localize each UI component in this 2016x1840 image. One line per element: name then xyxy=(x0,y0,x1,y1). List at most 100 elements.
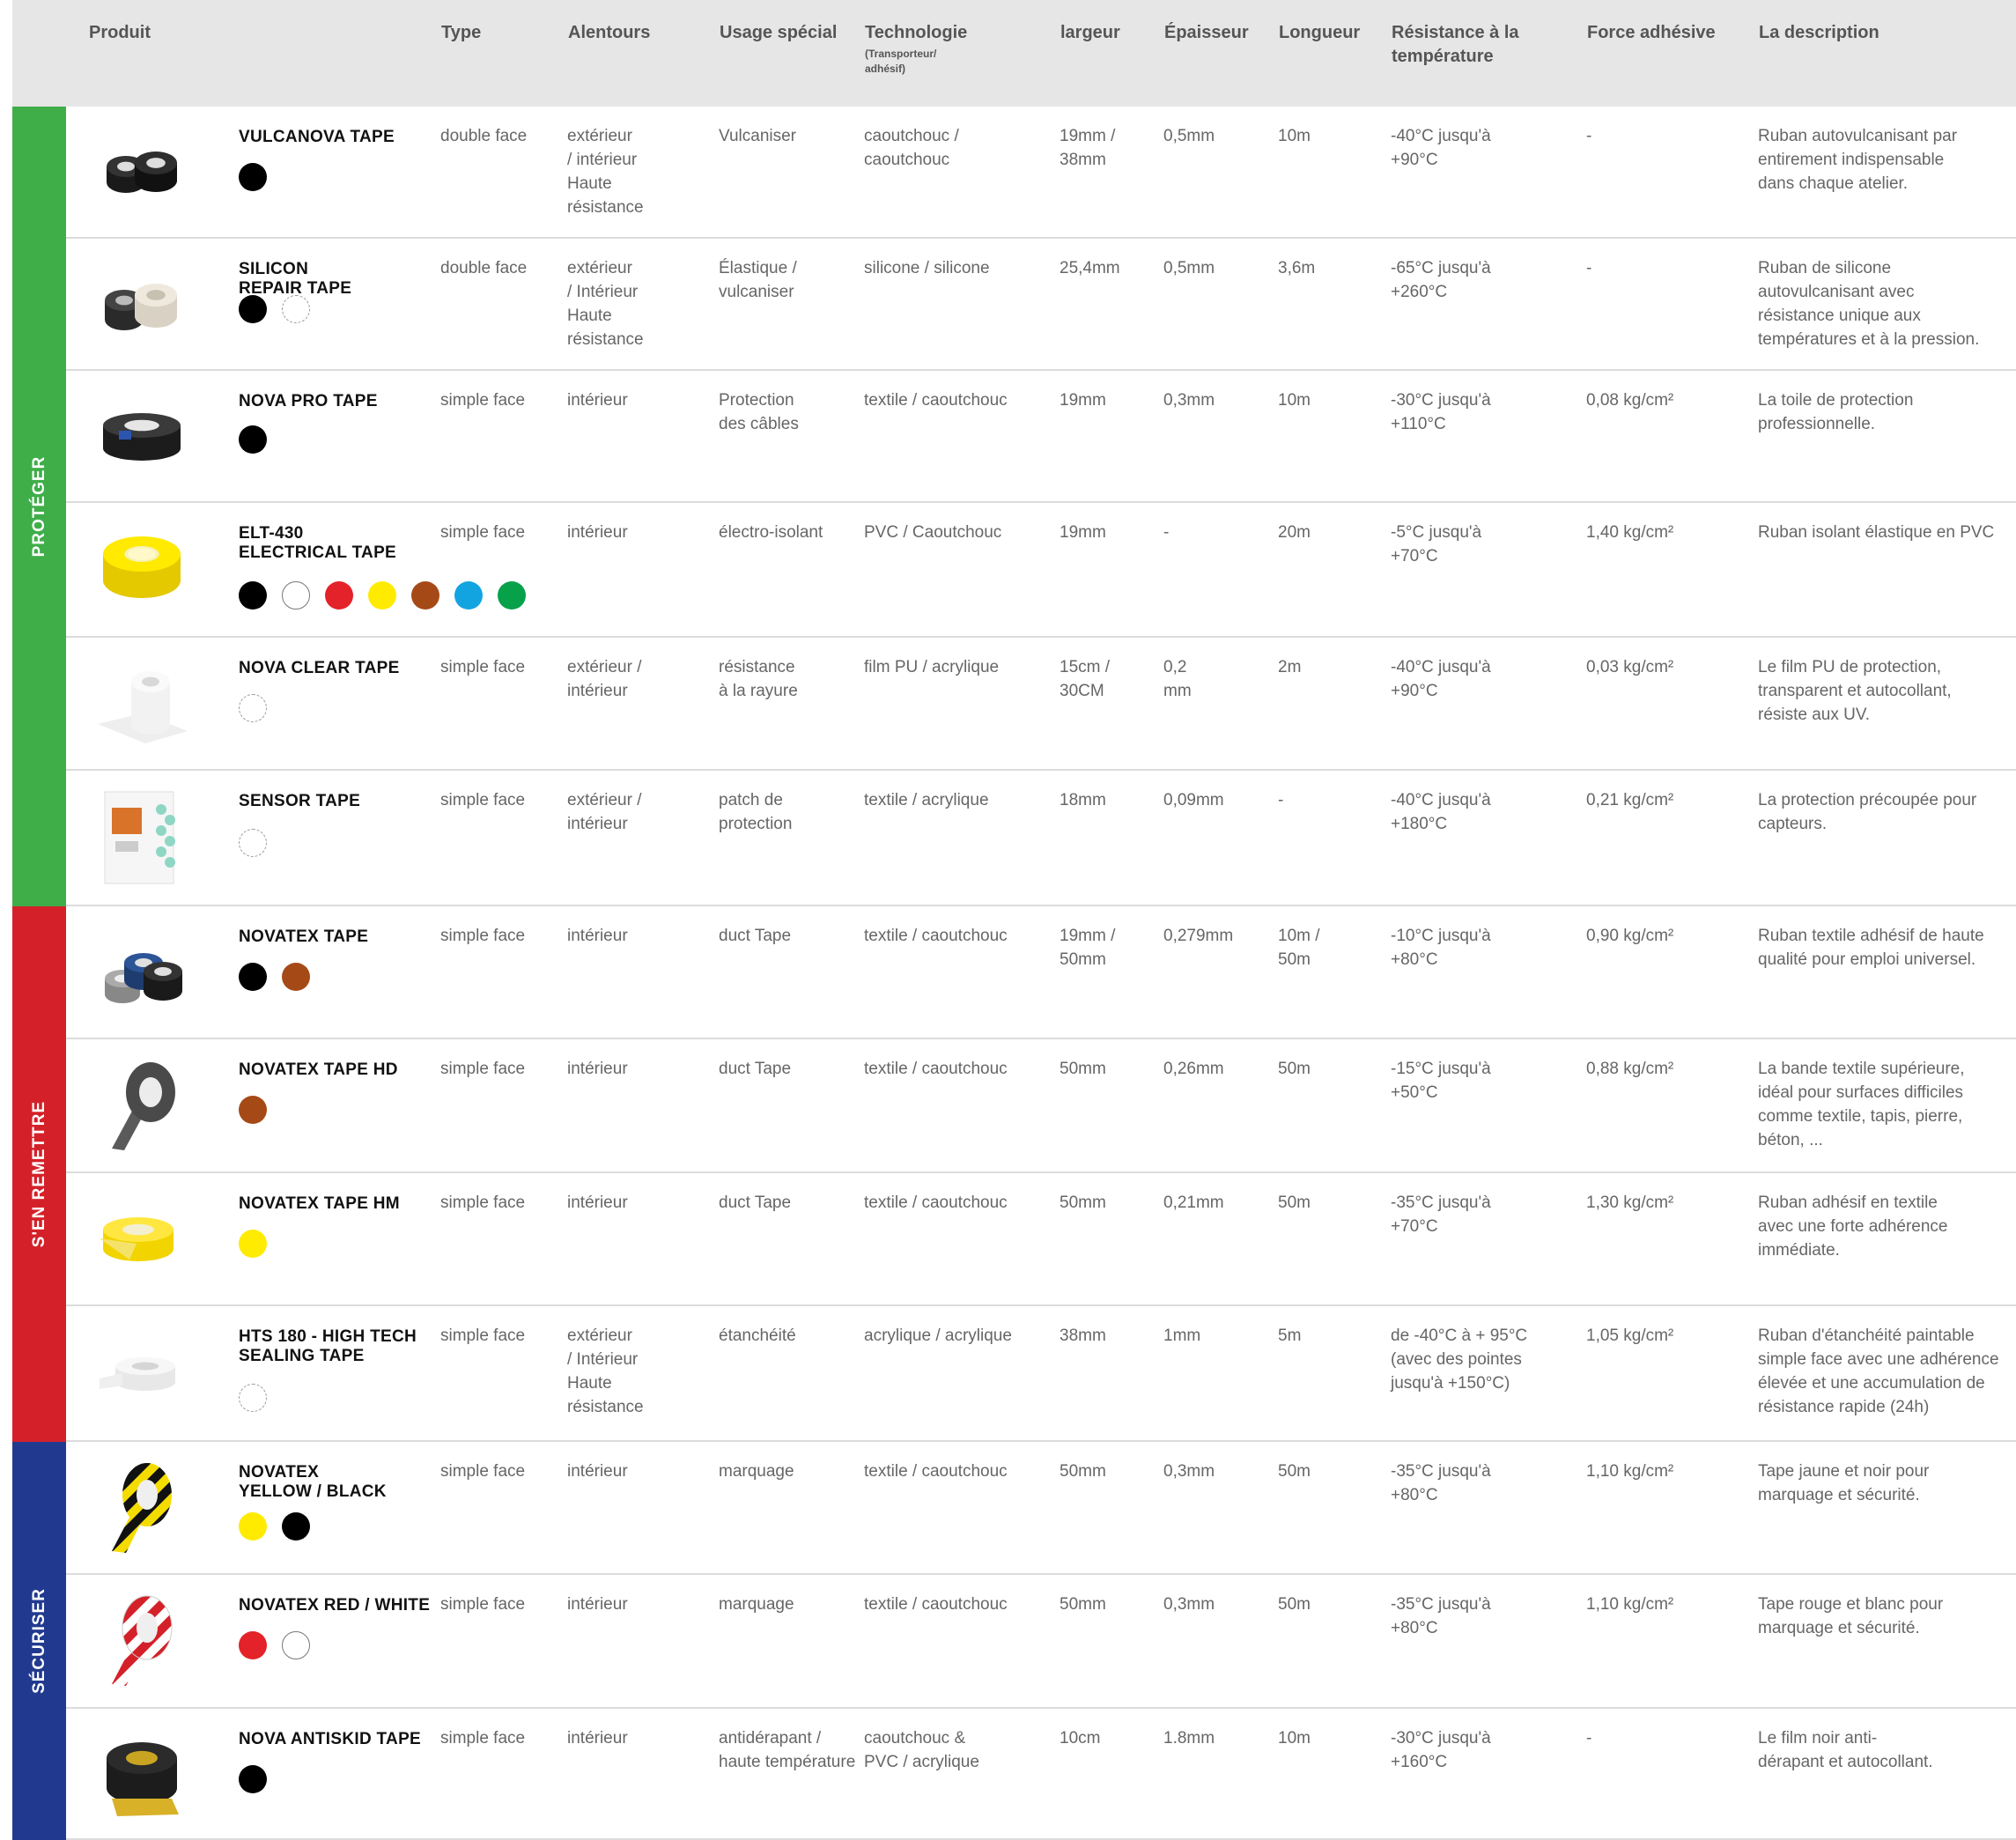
surroundings-cell: intérieur xyxy=(567,523,628,542)
description-cell: La bande textile supérieure, idéal pour … xyxy=(1758,1060,1965,1149)
description-cell: Ruban adhésif en textile avec une forte … xyxy=(1758,1193,1948,1260)
length-cell: 2m xyxy=(1278,658,1302,676)
surroundings-cell: extérieur / intérieur xyxy=(567,791,642,833)
table-row: HTS 180 - HIGH TECH SEALING TAPE simple f… xyxy=(66,1306,2016,1442)
header-width: largeur xyxy=(1060,23,1120,42)
special-use-cell: patch de protection xyxy=(719,791,793,833)
sensor-tape-pack-icon xyxy=(92,788,191,885)
color-swatch xyxy=(239,1230,267,1258)
technology-cell: acrylique / acrylique xyxy=(864,1326,1012,1345)
temperature-cell: -30°C jusqu'à +160°C xyxy=(1391,1729,1491,1771)
black-cloth-tape-icon xyxy=(92,388,191,485)
length-cell: 20m xyxy=(1278,523,1311,542)
category-label: S'EN REMETTRE xyxy=(29,1100,48,1248)
yellow-duct-tape-icon xyxy=(92,1191,191,1288)
width-cell: 18mm xyxy=(1060,791,1106,809)
color-swatch xyxy=(239,163,267,191)
description-cell: Le film PU de protection, transparent et… xyxy=(1758,658,1952,724)
category-bar-recover: S'EN REMETTRE xyxy=(12,906,66,1442)
category-label: PROTÉGER xyxy=(29,455,48,558)
black-tape-rolls-icon xyxy=(92,124,191,221)
surroundings-cell: extérieur / Intérieur Haute résistance xyxy=(567,1326,644,1416)
color-swatch xyxy=(239,829,267,857)
length-cell: 10m xyxy=(1278,1729,1311,1748)
description-cell: Ruban textile adhésif de haute qualité p… xyxy=(1758,927,1984,969)
temperature-cell: -65°C jusqu'à +260°C xyxy=(1391,259,1491,301)
product-name: NOVATEX TAPE xyxy=(239,927,369,946)
description-cell: Ruban isolant élastique en PVC xyxy=(1758,523,1995,542)
color-swatches xyxy=(239,829,267,857)
special-use-cell: résistance à la rayure xyxy=(719,658,798,700)
product-name: SENSOR TAPE xyxy=(239,792,361,810)
adhesion-cell: 1,40 kg/cm² xyxy=(1586,523,1674,542)
special-use-cell: électro-isolant xyxy=(719,523,823,542)
thickness-cell: - xyxy=(1163,523,1170,542)
technology-cell: textile / caoutchouc xyxy=(864,927,1008,945)
table-row: NOVATEX RED / WHITE simple face intérieur m… xyxy=(66,1575,2016,1709)
thickness-cell: 1.8mm xyxy=(1163,1729,1215,1748)
table-row: NOVA ANTISKID TAPE simple face intérieur an… xyxy=(66,1709,2016,1840)
thickness-cell: 0,09mm xyxy=(1163,791,1224,809)
temperature-cell: -35°C jusqu'à +80°C xyxy=(1391,1595,1491,1637)
product-name: SILICON REPAIR TAPE xyxy=(239,260,352,298)
product-name: NOVATEX TAPE HD xyxy=(239,1060,398,1079)
adhesion-cell: 1,10 kg/cm² xyxy=(1586,1462,1674,1481)
color-swatches xyxy=(239,1096,267,1124)
description-cell: Ruban d'étanchéité paintable simple face… xyxy=(1758,1326,1999,1416)
yellow-electrical-tape-icon xyxy=(92,521,191,617)
header-surroundings: Alentours xyxy=(568,23,651,42)
category-bar-protect: PROTÉGER xyxy=(12,107,66,906)
surroundings-cell: intérieur xyxy=(567,1462,628,1481)
adhesion-cell: 0,90 kg/cm² xyxy=(1586,927,1674,945)
silicone-tape-rolls-icon xyxy=(92,256,191,353)
thickness-cell: 0,279mm xyxy=(1163,927,1234,945)
table-row: NOVATEX YELLOW / BLACK simple face intérie… xyxy=(66,1442,2016,1575)
yellow-black-marking-tape-icon xyxy=(92,1459,191,1556)
adhesion-cell: 1,10 kg/cm² xyxy=(1586,1595,1674,1614)
color-swatch xyxy=(282,963,310,991)
white-sealing-tape-icon xyxy=(92,1324,191,1421)
adhesion-cell: 1,30 kg/cm² xyxy=(1586,1193,1674,1212)
antiskid-tape-roll-icon xyxy=(92,1726,191,1823)
surroundings-cell: extérieur / Intérieur Haute résistance xyxy=(567,259,644,349)
thickness-cell: 0,26mm xyxy=(1163,1060,1224,1078)
header-product: Produit xyxy=(89,23,151,42)
technology-cell: textile / caoutchouc xyxy=(864,1462,1008,1481)
table-header: Produit Type Alentours Usage spécial Tec… xyxy=(12,0,2016,107)
temperature-cell: -30°C jusqu'à +110°C xyxy=(1391,391,1491,433)
type-cell: simple face xyxy=(440,1326,526,1345)
length-cell: 50m xyxy=(1278,1462,1311,1481)
thickness-cell: 0,2 mm xyxy=(1163,658,1192,700)
technology-cell: PVC / Caoutchouc xyxy=(864,523,1002,542)
type-cell: simple face xyxy=(440,391,526,410)
color-swatches xyxy=(239,694,267,722)
thickness-cell: 0,21mm xyxy=(1163,1193,1224,1212)
special-use-cell: marquage xyxy=(719,1595,794,1614)
technology-cell: caoutchouc & PVC / acrylique xyxy=(864,1729,979,1771)
description-cell: Tape rouge et blanc pour marquage et séc… xyxy=(1758,1595,1944,1637)
width-cell: 19mm xyxy=(1060,523,1106,542)
color-swatches xyxy=(239,163,267,191)
color-swatch xyxy=(282,1631,310,1659)
color-swatch xyxy=(239,1765,267,1793)
header-technology-group: Technologie (Transporteur/ adhésif) xyxy=(865,21,967,77)
product-name: ELT-430 ELECTRICAL TAPE xyxy=(239,524,397,562)
temperature-cell: -35°C jusqu'à +80°C xyxy=(1391,1462,1491,1504)
width-cell: 19mm / 38mm xyxy=(1060,127,1116,169)
type-cell: double face xyxy=(440,259,528,277)
width-cell: 10cm xyxy=(1060,1729,1101,1748)
product-name: NOVATEX TAPE HM xyxy=(239,1194,400,1213)
table-row: NOVATEX TAPE HM simple face intérieur duct … xyxy=(66,1173,2016,1306)
product-name: NOVATEX YELLOW / BLACK xyxy=(239,1463,387,1501)
technology-cell: textile / acrylique xyxy=(864,791,989,809)
table-row: NOVATEX TAPE HD simple face intérieur duct … xyxy=(66,1039,2016,1173)
color-swatches xyxy=(239,425,267,454)
technology-cell: textile / caoutchouc xyxy=(864,1060,1008,1078)
header-type: Type xyxy=(441,23,482,42)
type-cell: simple face xyxy=(440,791,526,809)
color-swatch xyxy=(239,694,267,722)
special-use-cell: étanchéité xyxy=(719,1326,796,1345)
color-swatch xyxy=(239,1384,267,1412)
product-name: NOVA CLEAR TAPE xyxy=(239,659,400,677)
length-cell: 50m xyxy=(1278,1595,1311,1614)
